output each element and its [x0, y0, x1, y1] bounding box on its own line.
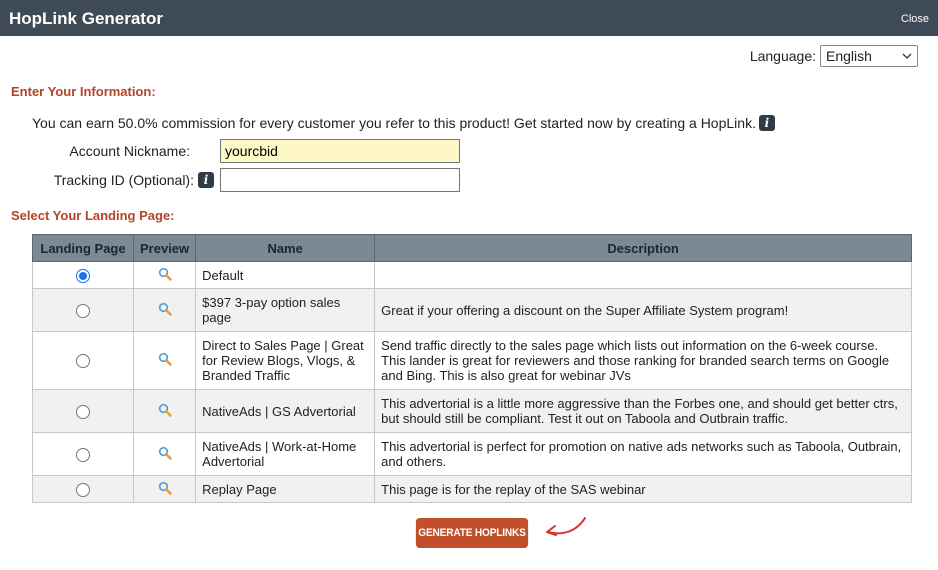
hand-drawn-arrow-icon	[546, 517, 586, 536]
section-heading-landing: Select Your Landing Page:	[11, 208, 175, 223]
table-row: Default	[32, 261, 912, 289]
landing-page-radio[interactable]	[76, 303, 90, 318]
landing-page-radio[interactable]	[76, 354, 90, 369]
dialog-title: HopLink Generator	[9, 9, 163, 28]
radio-cell	[32, 331, 134, 390]
landing-name: NativeAds | GS Advertorial	[195, 389, 376, 433]
magnifier-icon[interactable]	[158, 302, 172, 316]
table-row: NativeAds | GS Advertorial This advertor…	[32, 389, 912, 433]
nickname-row: Account Nickname:	[32, 139, 460, 163]
nickname-label: Account Nickname:	[69, 143, 190, 159]
tracking-row: Tracking ID (Optional): i	[32, 168, 460, 192]
generate-hoplinks-button[interactable]: GENERATE HOPLINKS	[415, 518, 529, 548]
chevron-down-icon	[902, 53, 912, 59]
intro-text: You can earn 50.0% commission for every …	[32, 115, 756, 131]
magnifier-icon[interactable]	[158, 403, 172, 417]
radio-cell	[32, 261, 134, 289]
close-link[interactable]: Close	[901, 13, 929, 25]
magnifier-icon[interactable]	[158, 446, 172, 460]
section-heading-info: Enter Your Information:	[11, 84, 156, 99]
landing-description: This advertorial is perfect for promotio…	[374, 432, 912, 476]
preview-cell	[132, 261, 197, 289]
intro: You can earn 50.0% commission for every …	[32, 115, 775, 131]
magnifier-icon[interactable]	[158, 352, 172, 366]
landing-name: NativeAds | Work-at-Home Advertorial	[195, 432, 376, 476]
table-row: Replay Page This page is for the replay …	[32, 475, 912, 503]
landing-name: Direct to Sales Page | Great for Review …	[195, 331, 376, 390]
column-header: Name	[195, 234, 376, 262]
landing-description	[374, 261, 912, 289]
landing-page-radio[interactable]	[76, 268, 90, 283]
column-header: Landing Page	[32, 234, 134, 262]
magnifier-icon[interactable]	[158, 481, 172, 495]
preview-cell	[132, 432, 197, 476]
table-row: NativeAds | Work-at-Home Advertorial Thi…	[32, 432, 912, 476]
language-value: English	[826, 48, 872, 64]
preview-cell	[132, 288, 197, 332]
preview-cell	[132, 389, 197, 433]
landing-page-radio[interactable]	[76, 482, 90, 497]
landing-name: $397 3-pay option sales page	[195, 288, 376, 332]
table-row: $397 3-pay option sales page Great if yo…	[32, 288, 912, 332]
language-label: Language:	[749, 48, 816, 64]
language-selector: Language: English	[750, 45, 918, 67]
landing-description: This advertorial is a little more aggres…	[374, 389, 912, 433]
tracking-id-input[interactable]	[220, 168, 460, 192]
radio-cell	[32, 475, 134, 503]
column-header: Description	[374, 234, 912, 262]
landing-page-table: Landing Page Preview Name Description De…	[32, 234, 912, 503]
table-header-row: Landing Page Preview Name Description	[32, 234, 912, 262]
landing-description: Great if your offering a discount on the…	[374, 288, 912, 332]
landing-name: Replay Page	[195, 475, 376, 503]
landing-description: This page is for the replay of the SAS w…	[374, 475, 912, 503]
landing-name: Default	[195, 261, 376, 289]
column-header: Preview	[132, 234, 197, 262]
radio-cell	[32, 389, 134, 433]
radio-cell	[32, 432, 134, 476]
tracking-label: Tracking ID (Optional):	[53, 172, 194, 188]
landing-page-radio[interactable]	[76, 404, 90, 419]
account-nickname-input[interactable]	[220, 139, 460, 163]
info-icon[interactable]: i	[198, 172, 214, 188]
table-row: Direct to Sales Page | Great for Review …	[32, 331, 912, 390]
preview-cell	[132, 331, 197, 390]
magnifier-icon[interactable]	[158, 267, 172, 281]
title-bar: HopLink Generator Close	[0, 0, 938, 36]
language-select[interactable]: English	[820, 45, 918, 67]
info-icon[interactable]: i	[758, 115, 775, 131]
landing-page-radio[interactable]	[76, 447, 90, 462]
landing-description: Send traffic directly to the sales page …	[374, 331, 912, 390]
radio-cell	[32, 288, 134, 332]
preview-cell	[132, 475, 197, 503]
